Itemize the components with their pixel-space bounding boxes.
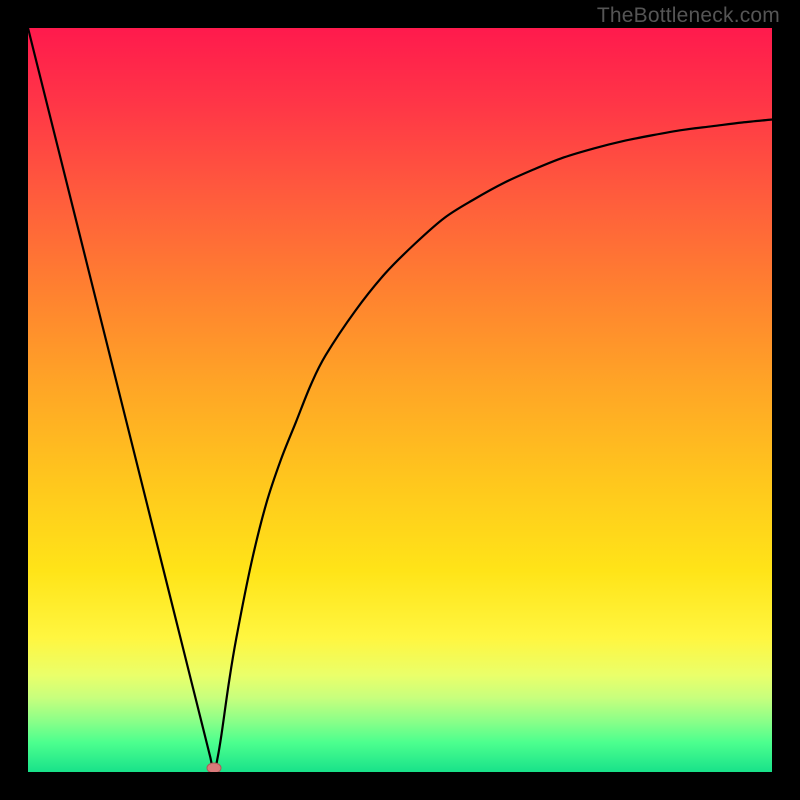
watermark-text: TheBottleneck.com xyxy=(597,4,780,28)
chart-frame: TheBottleneck.com xyxy=(0,0,800,800)
bottleneck-curve xyxy=(28,28,772,772)
plot-area xyxy=(28,28,772,772)
